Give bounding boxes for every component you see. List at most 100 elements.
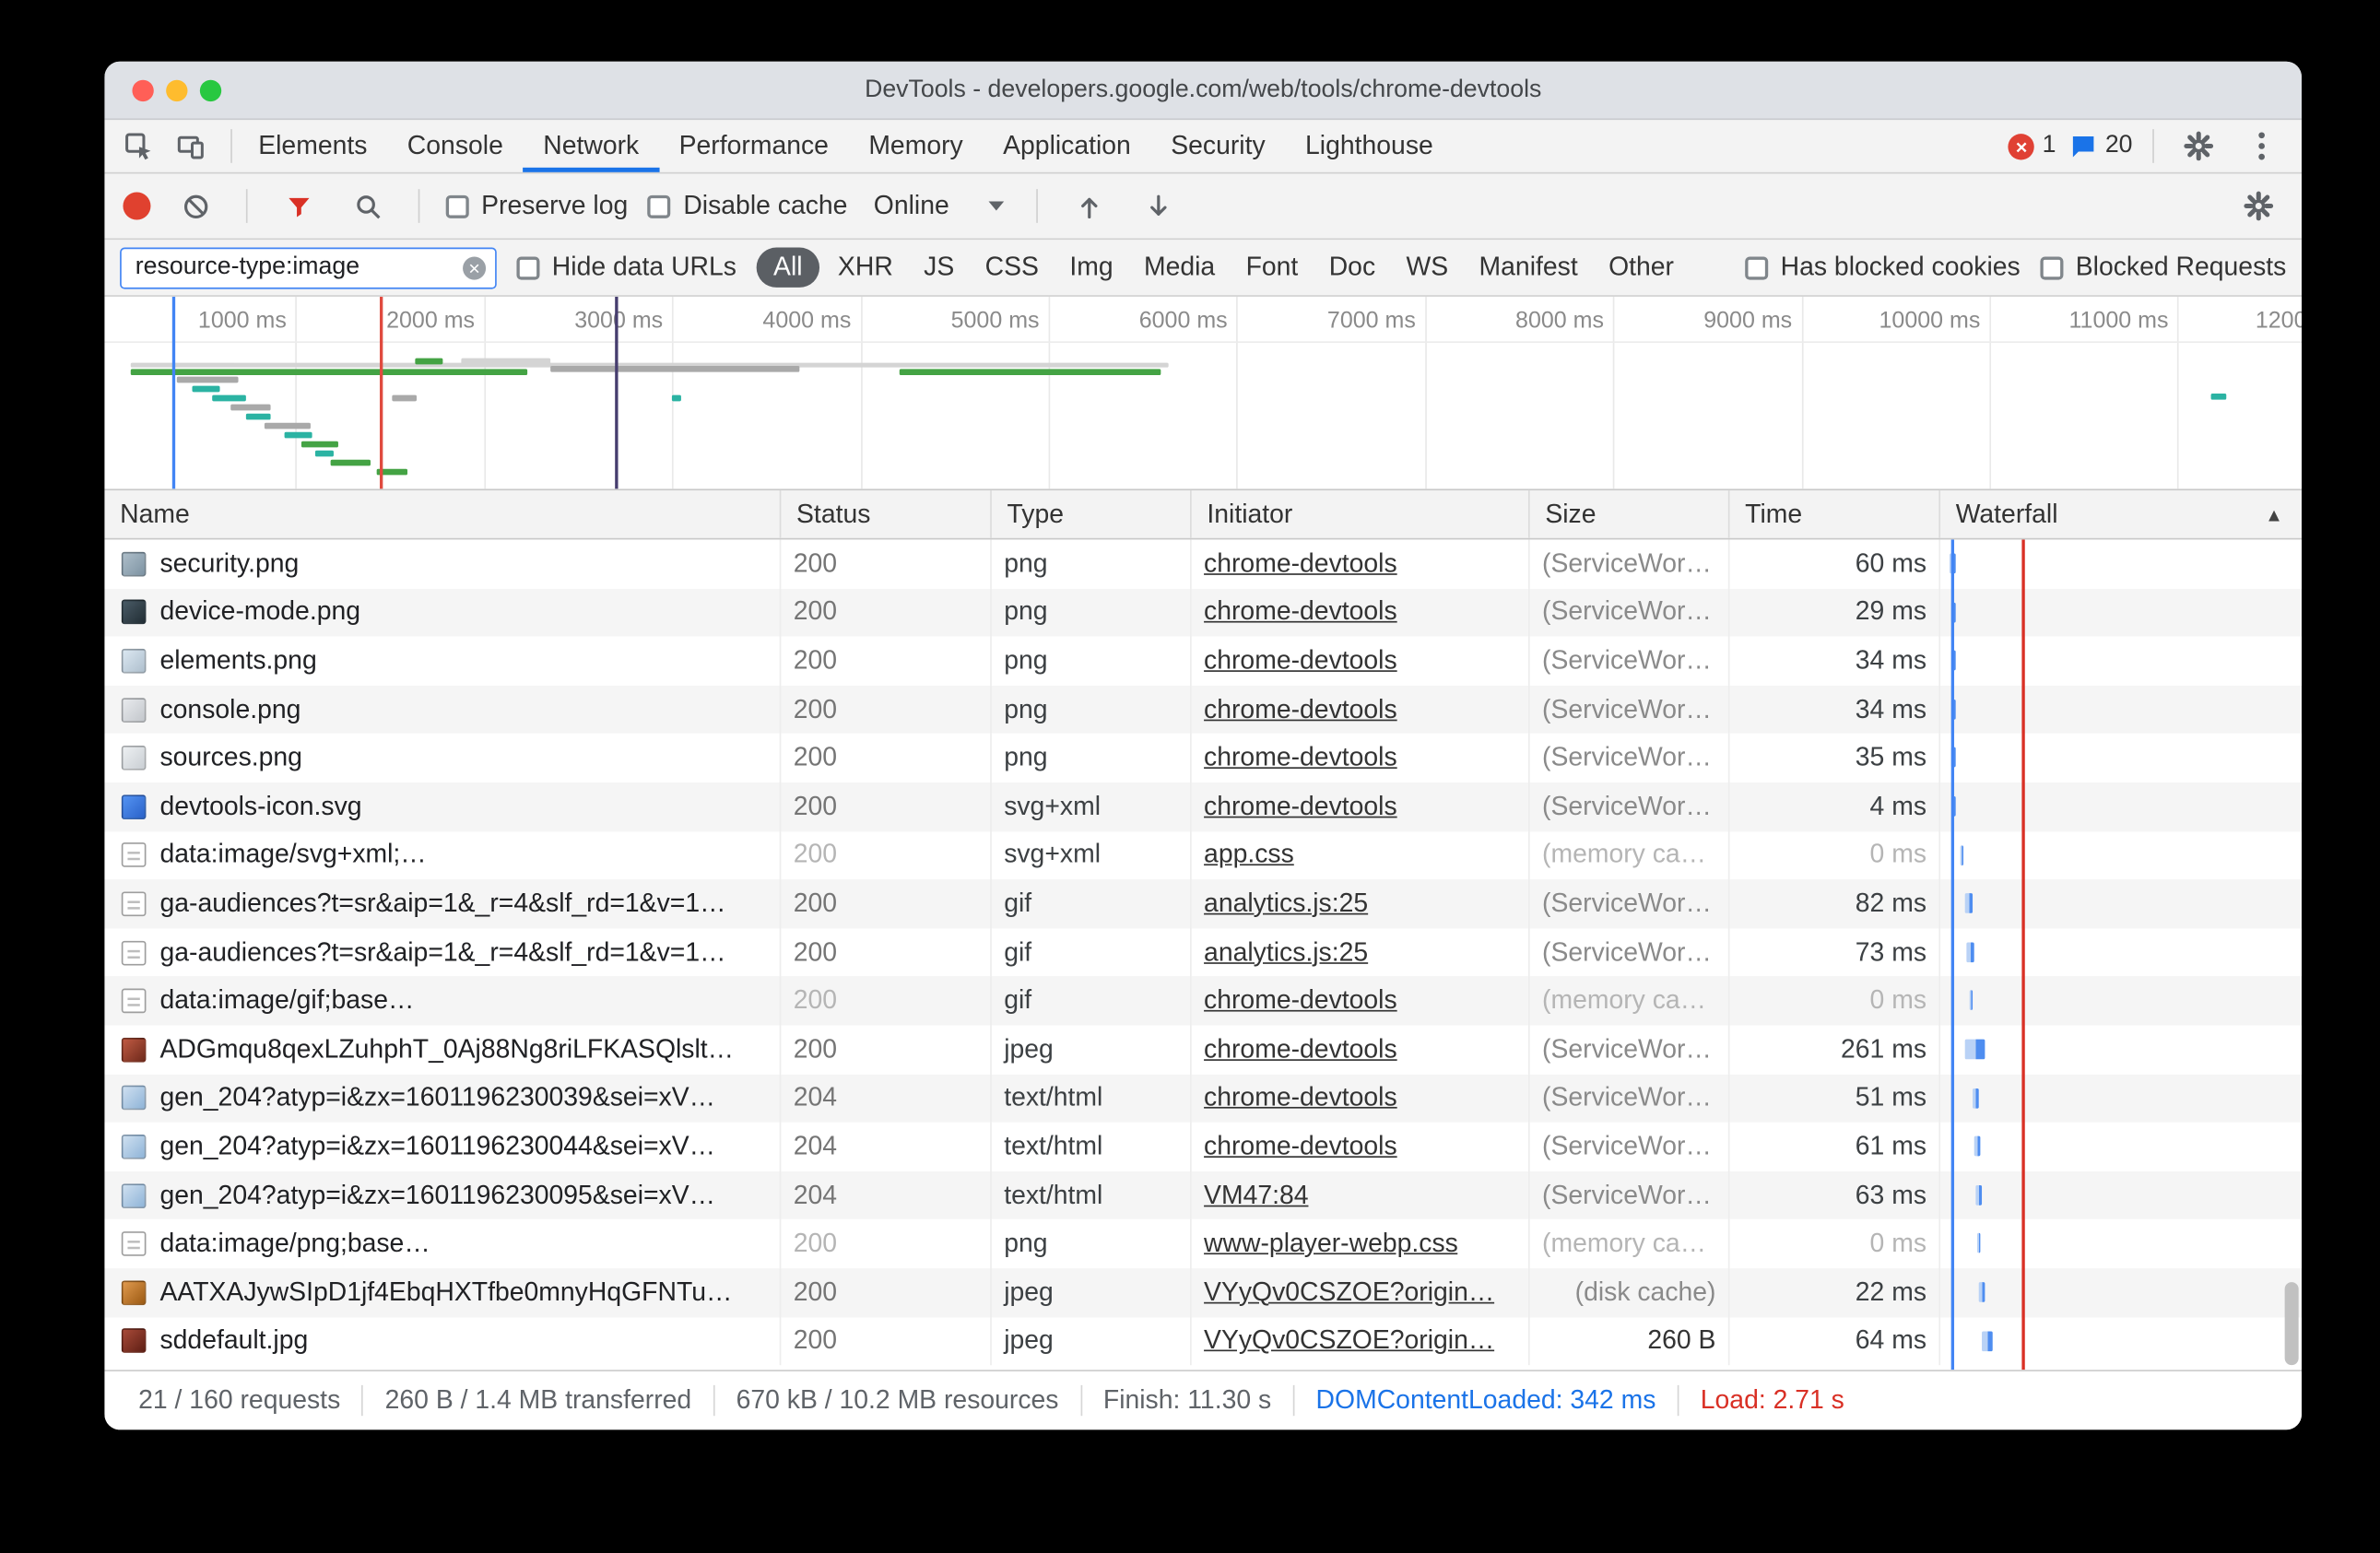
column-header-size[interactable]: Size: [1530, 490, 1730, 538]
kebab-menu-icon[interactable]: [2237, 123, 2286, 169]
minimize-window-button[interactable]: [166, 79, 187, 100]
export-har-icon[interactable]: [1134, 182, 1183, 229]
initiator-link[interactable]: chrome-devtools: [1204, 548, 1397, 579]
clear-filter-icon[interactable]: ×: [463, 256, 486, 279]
table-row[interactable]: sddefault.jpg200jpegVYyQv0CSZOE?origin…2…: [104, 1317, 2302, 1366]
settings-gear-icon[interactable]: [2174, 123, 2223, 169]
filter-pill-xhr[interactable]: XHR: [826, 248, 906, 288]
image-thumbnail-icon: [122, 794, 147, 819]
filter-pill-other[interactable]: Other: [1596, 248, 1687, 288]
cell-name: gen_204?atyp=i&zx=1601196230095&sei=xV…: [104, 1171, 781, 1220]
table-row[interactable]: elements.png200pngchrome-devtools(Servic…: [104, 637, 2302, 686]
tab-performance[interactable]: Performance: [659, 120, 849, 172]
table-row[interactable]: gen_204?atyp=i&zx=1601196230039&sei=xV…2…: [104, 1074, 2302, 1123]
record-network-log-icon[interactable]: [123, 193, 150, 220]
initiator-link[interactable]: chrome-devtools: [1204, 694, 1397, 724]
tab-application[interactable]: Application: [983, 120, 1150, 172]
cell-waterfall: [1940, 782, 2302, 831]
filter-input[interactable]: [120, 247, 497, 288]
table-row[interactable]: gen_204?atyp=i&zx=1601196230095&sei=xV…2…: [104, 1171, 2302, 1220]
close-window-button[interactable]: [132, 79, 153, 100]
table-row[interactable]: sources.png200pngchrome-devtools(Service…: [104, 734, 2302, 782]
initiator-link[interactable]: chrome-devtools: [1204, 1132, 1397, 1162]
clear-network-log-icon[interactable]: [171, 182, 219, 229]
initiator-link[interactable]: chrome-devtools: [1204, 646, 1397, 676]
search-icon[interactable]: [343, 182, 392, 229]
filter-funnel-icon[interactable]: [274, 182, 323, 229]
network-overview-timeline[interactable]: 1000 ms2000 ms3000 ms4000 ms5000 ms6000 …: [104, 297, 2302, 490]
table-row[interactable]: gen_204?atyp=i&zx=1601196230044&sei=xV…2…: [104, 1123, 2302, 1171]
import-har-icon[interactable]: [1065, 182, 1113, 229]
initiator-link[interactable]: chrome-devtools: [1204, 792, 1397, 822]
throttling-select[interactable]: Online: [867, 191, 1010, 221]
table-row[interactable]: data:image/gif;base…200gifchrome-devtool…: [104, 977, 2302, 1026]
table-row[interactable]: data:image/png;base…200pngwww-player-web…: [104, 1219, 2302, 1268]
cell-name: sddefault.jpg: [104, 1317, 781, 1366]
column-header-status[interactable]: Status: [781, 490, 992, 538]
initiator-link[interactable]: chrome-devtools: [1204, 1083, 1397, 1113]
tab-elements[interactable]: Elements: [239, 120, 388, 172]
filter-pill-all[interactable]: All: [757, 248, 819, 288]
filter-pill-css[interactable]: CSS: [972, 248, 1051, 288]
cell-status: 200: [781, 1025, 992, 1074]
column-header-type[interactable]: Type: [992, 490, 1192, 538]
initiator-link[interactable]: app.css: [1204, 840, 1294, 870]
column-header-waterfall[interactable]: Waterfall▲: [1940, 490, 2302, 538]
image-thumbnail-icon: [122, 551, 147, 576]
tab-lighthouse[interactable]: Lighthouse: [1285, 120, 1453, 172]
filter-pill-img[interactable]: Img: [1057, 248, 1125, 288]
column-header-time[interactable]: Time: [1730, 490, 1941, 538]
initiator-link[interactable]: chrome-devtools: [1204, 597, 1397, 628]
table-row[interactable]: console.png200pngchrome-devtools(Service…: [104, 686, 2302, 735]
table-row[interactable]: ga-audiences?t=sr&aip=1&_r=4&slf_rd=1&v=…: [104, 879, 2302, 928]
filter-pill-font[interactable]: Font: [1233, 248, 1310, 288]
filter-pill-media[interactable]: Media: [1132, 248, 1228, 288]
table-row[interactable]: security.png200pngchrome-devtools(Servic…: [104, 539, 2302, 588]
filter-pill-ws[interactable]: WS: [1394, 248, 1460, 288]
initiator-link[interactable]: VYyQv0CSZOE?origin…: [1204, 1325, 1494, 1356]
tab-memory[interactable]: Memory: [849, 120, 984, 172]
initiator-link[interactable]: analytics.js:25: [1204, 888, 1368, 919]
initiator-link[interactable]: www-player-webp.css: [1204, 1229, 1458, 1259]
column-label: Type: [1007, 499, 1064, 529]
hide-data-urls-checkbox[interactable]: Hide data URLs: [516, 253, 736, 283]
column-header-name[interactable]: Name: [104, 490, 781, 538]
image-thumbnail-icon: [122, 698, 147, 723]
initiator-link[interactable]: chrome-devtools: [1204, 1034, 1397, 1065]
filter-pill-js[interactable]: JS: [912, 248, 967, 288]
network-toolbar: Preserve log Disable cache Online: [104, 173, 2302, 240]
network-settings-gear-icon[interactable]: [2234, 182, 2283, 229]
blocked-requests-checkbox[interactable]: Blocked Requests: [2040, 253, 2286, 283]
table-row[interactable]: ADGmqu8qexLZuhphT_0Aj88Ng8riLFKASQlslt…2…: [104, 1025, 2302, 1074]
zoom-window-button[interactable]: [200, 79, 221, 100]
filter-pill-doc[interactable]: Doc: [1316, 248, 1387, 288]
vertical-scrollbar[interactable]: [2285, 1282, 2299, 1365]
table-row[interactable]: AATXAJywSIpD1jf4EbqHXTfbe0mnyHqGFNTu…200…: [104, 1268, 2302, 1317]
disable-cache-checkbox[interactable]: Disable cache: [648, 191, 847, 221]
tab-console[interactable]: Console: [387, 120, 523, 172]
error-badge[interactable]: × 1: [2009, 132, 2056, 159]
inspect-element-icon[interactable]: [113, 123, 162, 169]
column-label: Size: [1545, 499, 1596, 529]
cell-name: AATXAJywSIpD1jf4EbqHXTfbe0mnyHqGFNTu…: [104, 1268, 781, 1317]
initiator-link[interactable]: analytics.js:25: [1204, 937, 1368, 968]
table-row[interactable]: device-mode.png200pngchrome-devtools(Ser…: [104, 588, 2302, 637]
filter-pill-manifest[interactable]: Manifest: [1467, 248, 1590, 288]
table-row[interactable]: devtools-icon.svg200svg+xmlchrome-devtoo…: [104, 782, 2302, 831]
tab-security[interactable]: Security: [1151, 120, 1286, 172]
tab-network[interactable]: Network: [524, 120, 659, 172]
initiator-link[interactable]: chrome-devtools: [1204, 985, 1397, 1016]
table-row[interactable]: data:image/svg+xml;…200svg+xmlapp.css(me…: [104, 831, 2302, 880]
cell-type: jpeg: [992, 1317, 1192, 1366]
initiator-link[interactable]: chrome-devtools: [1204, 743, 1397, 773]
cell-initiator: chrome-devtools: [1192, 977, 1530, 1026]
initiator-link[interactable]: VYyQv0CSZOE?origin…: [1204, 1277, 1494, 1308]
column-header-initiator[interactable]: Initiator: [1192, 490, 1530, 538]
preserve-log-checkbox[interactable]: Preserve log: [446, 191, 629, 221]
table-row[interactable]: ga-audiences?t=sr&aip=1&_r=4&slf_rd=1&v=…: [104, 928, 2302, 977]
cell-size: (ServiceWor…: [1530, 1123, 1730, 1171]
device-toolbar-icon[interactable]: [166, 123, 215, 169]
has-blocked-cookies-checkbox[interactable]: Has blocked cookies: [1745, 253, 2020, 283]
issues-badge[interactable]: 20: [2069, 132, 2132, 159]
initiator-link[interactable]: VM47:84: [1204, 1180, 1309, 1210]
